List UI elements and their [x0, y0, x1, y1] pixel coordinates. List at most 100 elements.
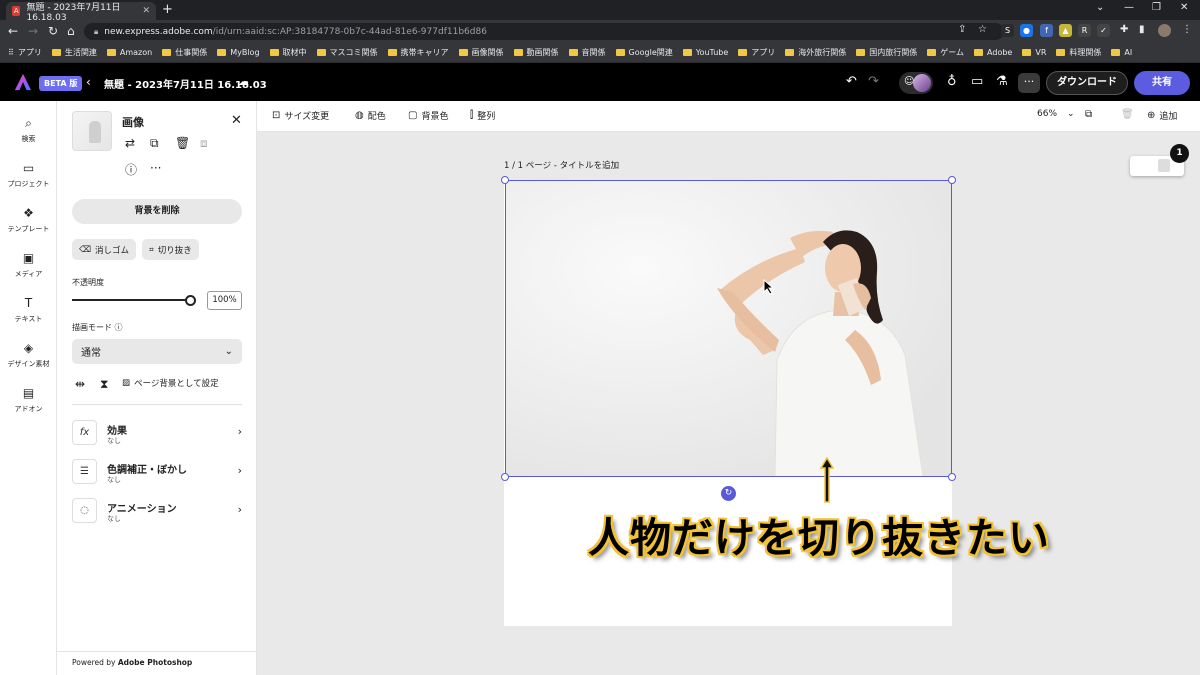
bookmark-item[interactable]: 携帯キャリア	[387, 47, 449, 58]
remove-background-button[interactable]: 背景を削除	[72, 199, 242, 224]
effects-row[interactable]: fx 効果 なし ›	[72, 420, 244, 446]
browser-tab[interactable]: A 無題 - 2023年7月11日 16.18.03 ✕	[6, 2, 156, 23]
collaborators-avatar[interactable]: ☺	[899, 72, 933, 94]
set-as-background-button[interactable]: ▨ ページ背景として設定	[122, 377, 219, 389]
url-field[interactable]: 🔒︎ new.express.adobe.com /id/urn:aaid:sc…	[84, 23, 1004, 40]
bookmark-item[interactable]: Amazon	[106, 48, 152, 57]
background-color-button[interactable]: ▢ 背景色	[408, 109, 448, 122]
flip-vertical-icon[interactable]: ⧗	[100, 377, 108, 392]
minimize-icon[interactable]: —	[1124, 2, 1134, 13]
forward-icon[interactable]: →	[28, 24, 38, 38]
pages-icon[interactable]: ⧉	[1085, 109, 1092, 120]
bookmark-item[interactable]: 音関係	[568, 47, 606, 58]
info-icon[interactable]: ⓘ	[125, 161, 137, 178]
redo-icon[interactable]: ↷	[868, 74, 879, 89]
bookmark-item[interactable]: Google関連	[615, 47, 673, 58]
share-page-icon[interactable]: ⇪	[958, 24, 966, 35]
rail-item-search[interactable]: ⌕ 検索	[0, 115, 57, 144]
resize-handle-bottom-left[interactable]	[501, 473, 509, 481]
sidepanel-icon[interactable]: ▮	[1139, 24, 1145, 35]
extension-yellow-icon[interactable]: ▲	[1059, 24, 1072, 37]
resize-handle-top-left[interactable]	[501, 176, 509, 184]
bookmark-item[interactable]: 取材中	[269, 47, 307, 58]
share-button[interactable]: 共有	[1134, 71, 1190, 95]
page-title[interactable]: 1 / 1 ページ - タイトルを追加	[504, 159, 619, 171]
bookmark-item[interactable]: 画像関係	[458, 47, 504, 58]
bookmark-item[interactable]: Adobe	[974, 48, 1012, 57]
eraser-button[interactable]: ⌫ 消しゴム	[72, 239, 137, 260]
folder-icon	[316, 49, 326, 56]
chevron-down-icon: ⌄	[224, 346, 233, 357]
resize-handle-bottom-right[interactable]	[948, 473, 956, 481]
extension-rx-icon[interactable]: R	[1078, 24, 1091, 37]
bookmark-item[interactable]: VR	[1022, 48, 1046, 57]
window-close-icon[interactable]: ✕	[1180, 2, 1188, 13]
bookmark-star-icon[interactable]: ☆	[978, 24, 987, 35]
tab-search-icon[interactable]: ⌄	[1096, 2, 1104, 13]
bookmark-item[interactable]: 仕事関係	[162, 47, 207, 58]
close-icon[interactable]: ✕	[231, 113, 242, 128]
rail-item-addons[interactable]: ▤ アドオン	[0, 385, 57, 414]
folder-icon	[682, 49, 692, 56]
rail-item-projects[interactable]: ▭ プロジェクト	[0, 160, 57, 189]
reload-icon[interactable]: ↻	[48, 24, 58, 38]
comment-icon[interactable]: ▭	[971, 74, 983, 89]
align-button[interactable]: ⫿ 整列	[470, 109, 495, 122]
rail-item-templates[interactable]: ❖ テンプレート	[0, 205, 57, 234]
bookmark-item[interactable]: 国内旅行関係	[856, 47, 917, 58]
flask-icon[interactable]: ⚗	[996, 74, 1008, 89]
opacity-value-field[interactable]: 100%	[207, 291, 242, 310]
undo-icon[interactable]: ↶	[846, 74, 857, 89]
color-theme-button[interactable]: ◍ 配色	[355, 109, 386, 122]
rotate-handle-icon[interactable]: ↻	[721, 486, 736, 501]
home-icon[interactable]: ⌂	[67, 24, 75, 38]
bookmark-item[interactable]: YouTube	[682, 48, 728, 57]
rail-item-text[interactable]: T テキスト	[0, 295, 57, 324]
bookmark-item[interactable]: ⠿ アプリ	[8, 47, 42, 58]
zoom-select[interactable]: 66% ⌄	[1037, 109, 1075, 119]
new-tab-button[interactable]: +	[162, 2, 173, 17]
maximize-icon[interactable]: ❐	[1152, 2, 1161, 13]
bookmark-item[interactable]: 動画関係	[513, 47, 559, 58]
add-page-button[interactable]: ⊕ 追加	[1147, 109, 1177, 122]
adjustments-row[interactable]: ☰ 色調補正・ぼかし なし ›	[72, 459, 244, 485]
replace-icon[interactable]: ⇄	[125, 136, 135, 150]
chevron-left-icon[interactable]: ‹	[86, 75, 91, 89]
profile-avatar-icon[interactable]	[1158, 24, 1171, 37]
adobe-express-logo-icon[interactable]	[14, 73, 32, 91]
download-button[interactable]: ダウンロード	[1046, 71, 1128, 95]
duplicate-icon[interactable]: ⧉	[150, 136, 159, 151]
bookmark-item[interactable]: 海外旅行関係	[785, 47, 846, 58]
trash-icon[interactable]: 🗑︎	[1121, 109, 1134, 120]
rail-item-media[interactable]: ▣ メディア	[0, 250, 57, 279]
extension-check-icon[interactable]: ✓	[1097, 24, 1110, 37]
bookmark-item[interactable]: MyBlog	[217, 48, 260, 57]
extension-facebook-icon[interactable]: f	[1040, 24, 1053, 37]
crop-button[interactable]: ⌗ 切り抜き	[142, 239, 199, 260]
back-icon[interactable]: ←	[8, 24, 18, 38]
resize-button[interactable]: ⊡ サイズ変更	[272, 109, 329, 122]
group-icon[interactable]: ⧈	[200, 136, 208, 151]
tab-close-icon[interactable]: ✕	[142, 6, 150, 16]
extension-blue-icon[interactable]: ●	[1020, 24, 1033, 37]
more-icon[interactable]: ···	[1018, 73, 1040, 93]
rail-item-design-elements[interactable]: ◈ デザイン素材	[0, 340, 57, 369]
blend-mode-select[interactable]: 通常 ⌄	[72, 339, 242, 364]
opacity-slider[interactable]	[72, 299, 190, 301]
bookmark-item[interactable]: アプリ	[738, 47, 775, 58]
resize-handle-top-right[interactable]	[948, 176, 956, 184]
bookmark-item[interactable]: 生活関連	[51, 47, 97, 58]
bookmark-item[interactable]: マスコミ関係	[316, 47, 378, 58]
delete-icon[interactable]: 🗑︎	[175, 136, 190, 150]
bookmark-item[interactable]: AI	[1111, 48, 1132, 57]
more-options-icon[interactable]: ···	[150, 161, 161, 175]
browser-menu-icon[interactable]: ⋮	[1182, 24, 1192, 35]
extension-s-icon[interactable]: S	[1001, 24, 1014, 37]
flip-horizontal-icon[interactable]: ⇹	[75, 377, 85, 391]
bookmark-item[interactable]: ゲーム	[927, 47, 964, 58]
animation-row[interactable]: ◌ アニメーション なし ›	[72, 498, 244, 524]
lightbulb-icon[interactable]: ♁	[947, 74, 957, 89]
bookmark-item[interactable]: 料理関係	[1056, 47, 1101, 58]
extensions-puzzle-icon[interactable]: ✚	[1120, 24, 1128, 35]
opacity-slider-handle[interactable]	[185, 295, 196, 306]
